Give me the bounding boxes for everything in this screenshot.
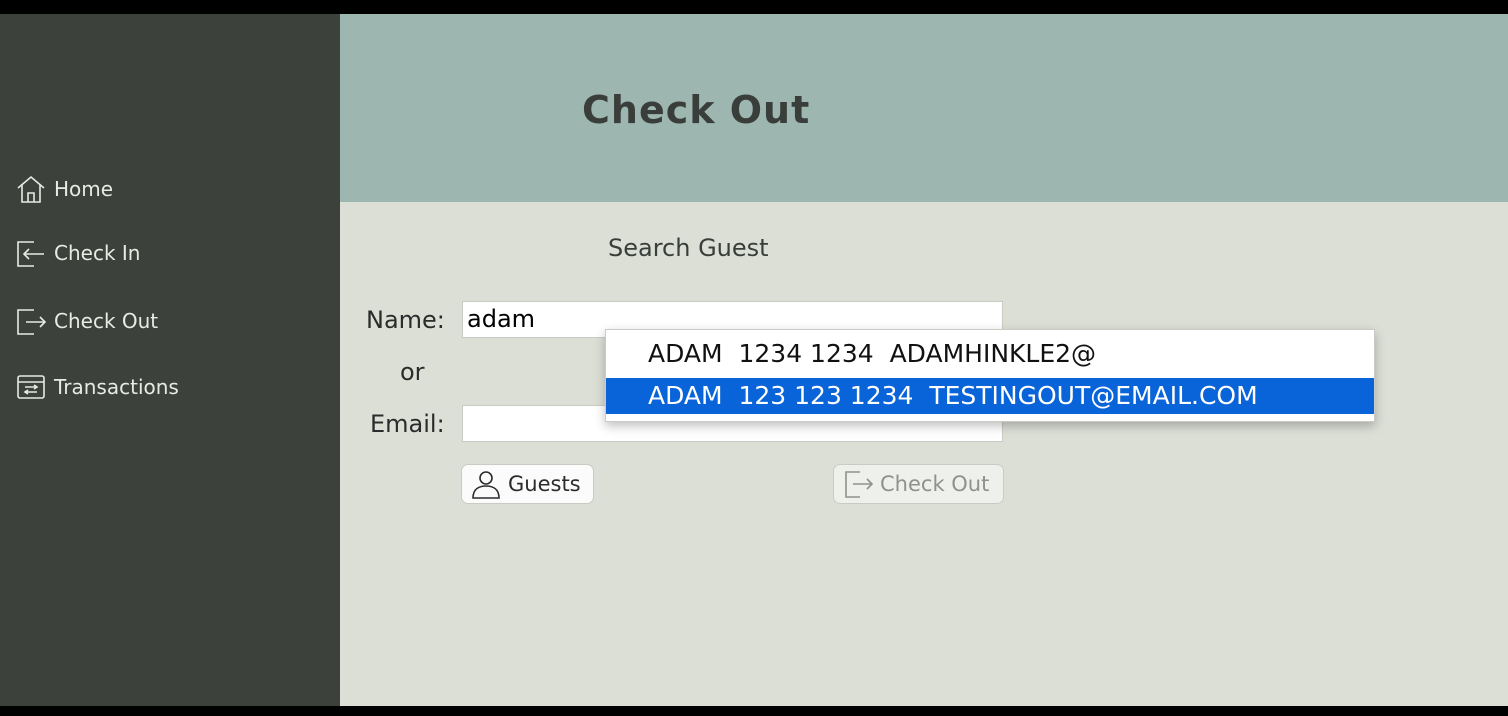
person-icon — [470, 468, 502, 500]
sidebar-item-check-in[interactable]: Check In — [16, 238, 140, 268]
guests-button-label: Guests — [508, 472, 581, 496]
check-out-button-label: Check Out — [880, 472, 990, 496]
sidebar-item-label: Home — [54, 177, 114, 201]
app-window: Home Check In Check Out Transactions Che… — [0, 14, 1508, 706]
sidebar-item-transactions[interactable]: Transactions — [16, 372, 179, 402]
search-guest-heading: Search Guest — [608, 234, 769, 262]
sidebar-item-home[interactable]: Home — [16, 174, 113, 204]
transactions-icon — [16, 372, 46, 402]
suggestion-item[interactable]: ADAM 1234 1234 ADAMHINKLE2@ — [606, 336, 1374, 372]
guest-suggestion-dropdown: ADAM 1234 1234 ADAMHINKLE2@ ADAM 123 123… — [605, 329, 1375, 422]
sidebar-item-label: Check Out — [54, 309, 159, 333]
check-out-icon — [842, 468, 874, 500]
check-out-icon — [16, 306, 46, 336]
sidebar-item-label: Transactions — [54, 375, 179, 399]
home-icon — [16, 174, 46, 204]
name-label: Name: — [366, 306, 445, 334]
sidebar: Home Check In Check Out Transactions — [0, 14, 340, 706]
content-panel: Search Guest Name: adam or Email: Guests — [340, 202, 1508, 706]
page-title: Check Out — [582, 88, 811, 132]
check-out-button[interactable]: Check Out — [833, 464, 1004, 504]
email-label: Email: — [370, 410, 445, 438]
check-in-icon — [16, 238, 46, 268]
sidebar-item-check-out[interactable]: Check Out — [16, 306, 158, 336]
suggestion-item-selected[interactable]: ADAM 123 123 1234 TESTINGOUT@EMAIL.COM — [606, 378, 1374, 414]
or-label: or — [400, 358, 425, 386]
sidebar-item-label: Check In — [54, 241, 141, 265]
header: Check Out — [340, 14, 1508, 202]
guests-button[interactable]: Guests — [461, 464, 594, 504]
